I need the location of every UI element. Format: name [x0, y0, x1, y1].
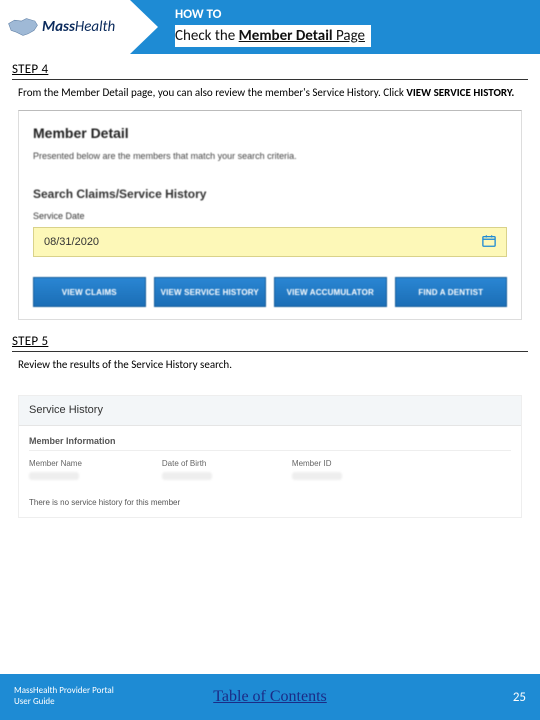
member-detail-screenshot: Member Detail Presented below are the me…	[18, 110, 522, 320]
step-4-desc-bold: VIEW SERVICE HISTORY.	[406, 86, 514, 99]
member-id-label: Member ID	[292, 459, 342, 468]
howto-title: Check the Member Detail Page	[175, 25, 371, 47]
step-4-desc-lead: From the Member Detail page, you can als…	[18, 86, 406, 99]
masshealth-logo: MassHealth	[6, 15, 115, 39]
member-detail-subtitle: Presented below are the members that mat…	[33, 151, 507, 161]
find-a-dentist-button[interactable]: FIND A DENTIST	[395, 277, 508, 307]
member-name-label: Member Name	[29, 459, 82, 468]
footer-line2: User Guide	[14, 697, 114, 708]
step-5-desc-text: Review the results of the Service Histor…	[18, 358, 232, 371]
state-outline-icon	[6, 15, 40, 39]
logo-health: Health	[75, 18, 115, 36]
member-detail-title: Member Detail	[33, 125, 507, 141]
member-id-value-redacted	[292, 472, 342, 480]
service-history-screenshot: Service History Member Information Membe…	[18, 395, 522, 518]
member-name-value-redacted	[29, 472, 79, 480]
logo-text: MassHealth	[42, 18, 115, 36]
page-number: 25	[513, 690, 526, 705]
footer-doc-title: MassHealth Provider Portal User Guide	[14, 686, 114, 708]
step-4-description: From the Member Detail page, you can als…	[18, 86, 524, 100]
member-fields-row: Member Name Date of Birth Member ID	[29, 459, 511, 480]
date-of-birth-value-redacted	[162, 472, 212, 480]
step-4-label: STEP 4	[12, 62, 528, 80]
header-bar: MassHealth HOW TO Check the Member Detai…	[0, 0, 540, 54]
member-name-field: Member Name	[29, 459, 82, 480]
howto-title-lead: Check the	[175, 27, 239, 45]
calendar-icon[interactable]	[482, 234, 496, 251]
service-history-title: Service History	[19, 396, 521, 426]
date-of-birth-field: Date of Birth	[162, 459, 212, 480]
service-date-value: 08/31/2020	[44, 236, 99, 248]
header-titles: HOW TO Check the Member Detail Page	[175, 7, 371, 47]
no-service-history-message: There is no service history for this mem…	[29, 498, 511, 507]
logo-mass: Mass	[42, 18, 75, 36]
search-claims-title: Search Claims/Service History	[33, 187, 507, 201]
view-service-history-button[interactable]: VIEW SERVICE HISTORY	[154, 277, 267, 307]
howto-label: HOW TO	[175, 7, 371, 23]
service-date-label: Service Date	[33, 211, 507, 221]
member-id-field: Member ID	[292, 459, 342, 480]
service-date-input[interactable]: 08/31/2020	[33, 227, 507, 257]
table-of-contents-link[interactable]: Table of Contents	[213, 688, 327, 706]
view-accumulator-button[interactable]: VIEW ACCUMULATOR	[274, 277, 387, 307]
member-information-section: Member Information	[29, 436, 511, 451]
date-of-birth-label: Date of Birth	[162, 459, 212, 468]
step-5-description: Review the results of the Service Histor…	[18, 358, 524, 372]
page-content: STEP 4 From the Member Detail page, you …	[0, 62, 540, 518]
action-button-row: VIEW CLAIMS VIEW SERVICE HISTORY VIEW AC…	[33, 277, 507, 307]
footer-bar: MassHealth Provider Portal User Guide Ta…	[0, 674, 540, 720]
logo-container: MassHealth	[0, 0, 130, 54]
service-history-body: Member Information Member Name Date of B…	[19, 426, 521, 517]
step-5-label: STEP 5	[12, 334, 528, 352]
howto-title-tail: Page	[333, 27, 365, 45]
howto-title-bold: Member Detail	[239, 27, 333, 45]
view-claims-button[interactable]: VIEW CLAIMS	[33, 277, 146, 307]
